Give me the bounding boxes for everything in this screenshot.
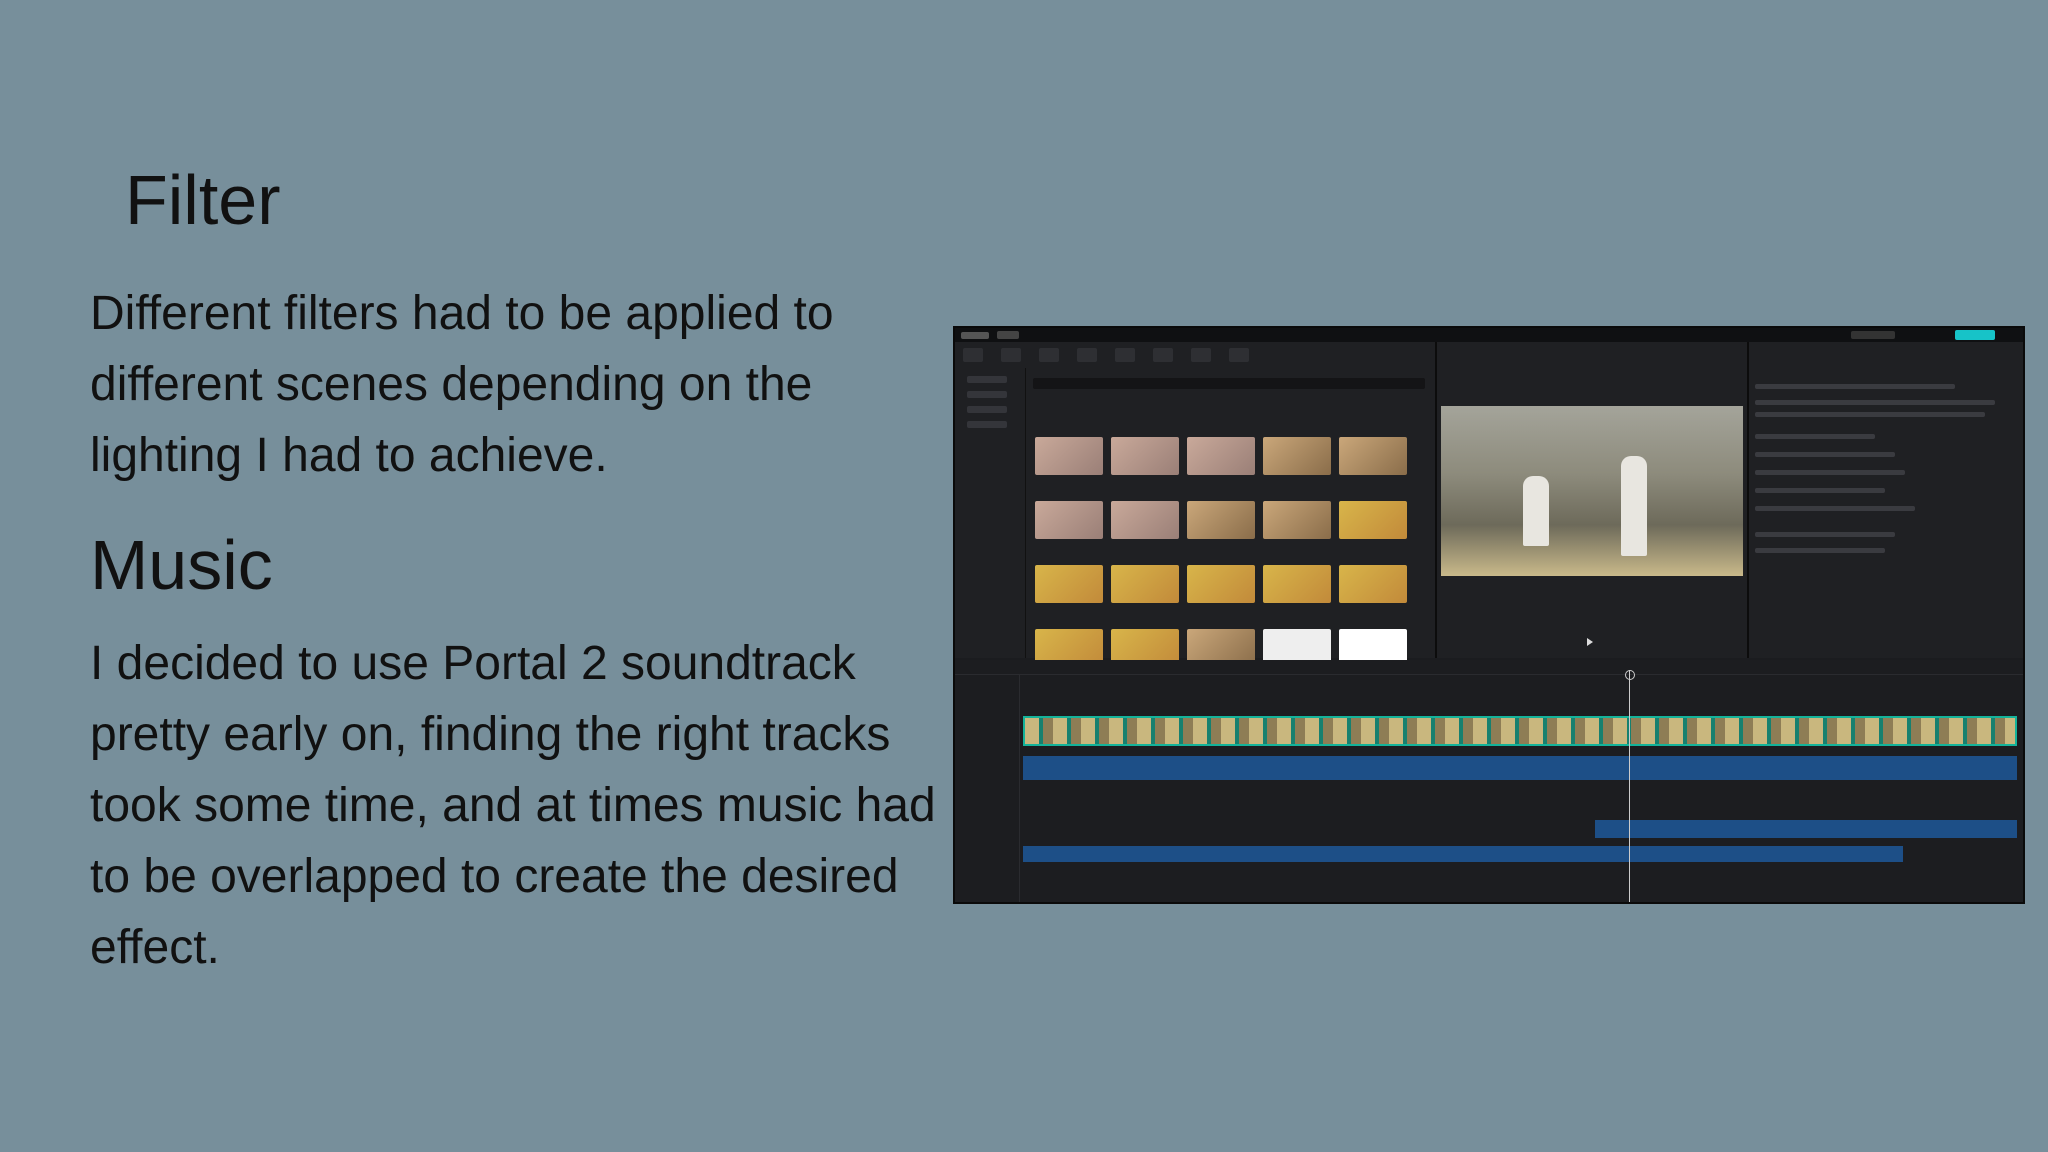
media-thumbnail [1263,501,1331,539]
audio-tool-icon [1001,348,1021,362]
player-panel [1437,342,1749,658]
media-thumbnail [1339,565,1407,603]
media-thumbnail-grid [1035,437,1407,667]
media-thumbnail [1187,565,1255,603]
play-icon [1587,638,1593,646]
filters-tool-icon [1191,348,1211,362]
video-editor-screenshot [953,326,2025,904]
timeline-ruler [955,660,2023,675]
details-row [1755,470,1905,475]
media-toolbar [955,342,1435,368]
audio-track [1595,820,2017,838]
media-thumbnail [1111,565,1179,603]
timeline-panel [955,660,2023,902]
media-tool-icon [963,348,983,362]
editor-topbar [955,328,2023,342]
media-thumbnail [1111,501,1179,539]
shortcut-button [1851,331,1895,339]
filter-text: Different filters had to be applied to d… [90,287,834,482]
media-search-bar [1033,378,1425,389]
export-button [1955,330,1995,340]
details-row [1755,452,1895,457]
transitions-tool-icon [1153,348,1173,362]
playhead-knob [1625,670,1635,680]
music-text: I decided to use Portal 2 soundtrack pre… [90,637,936,974]
media-thumbnail [1187,501,1255,539]
menu-button [997,331,1019,339]
person-figure [1523,476,1549,546]
details-row [1755,488,1885,493]
nav-item [967,421,1007,428]
adjustment-tool-icon [1229,348,1249,362]
audio-track [1023,846,1903,862]
media-thumbnail [1035,501,1103,539]
person-figure [1621,456,1647,556]
media-thumbnail [1263,565,1331,603]
media-thumbnail [1339,437,1407,475]
details-row [1755,532,1895,537]
details-row [1755,412,1985,417]
media-thumbnail [1263,437,1331,475]
media-thumbnail [1035,565,1103,603]
details-row [1755,434,1875,439]
media-thumbnail [1035,437,1103,475]
details-row [1755,384,1955,389]
video-track [1023,716,2017,746]
nav-item [967,406,1007,413]
video-preview [1441,406,1743,576]
details-row [1755,548,1885,553]
playhead [1629,670,1630,902]
media-thumbnail [1339,501,1407,539]
media-thumbnail [1187,437,1255,475]
effects-tool-icon [1115,348,1135,362]
app-logo [961,331,989,339]
text-tool-icon [1039,348,1059,362]
media-thumbnail [1111,437,1179,475]
sticker-tool-icon [1077,348,1097,362]
track-labels [955,674,1020,902]
details-row [1755,506,1915,511]
details-panel [1749,342,2023,658]
nav-item [967,391,1007,398]
music-heading: Music [90,526,273,604]
details-row [1755,400,1995,405]
filter-heading: Filter [125,161,281,239]
media-panel [955,342,1437,667]
audio-track [1023,756,2017,780]
media-left-nav [955,368,1026,658]
nav-item [967,376,1007,383]
